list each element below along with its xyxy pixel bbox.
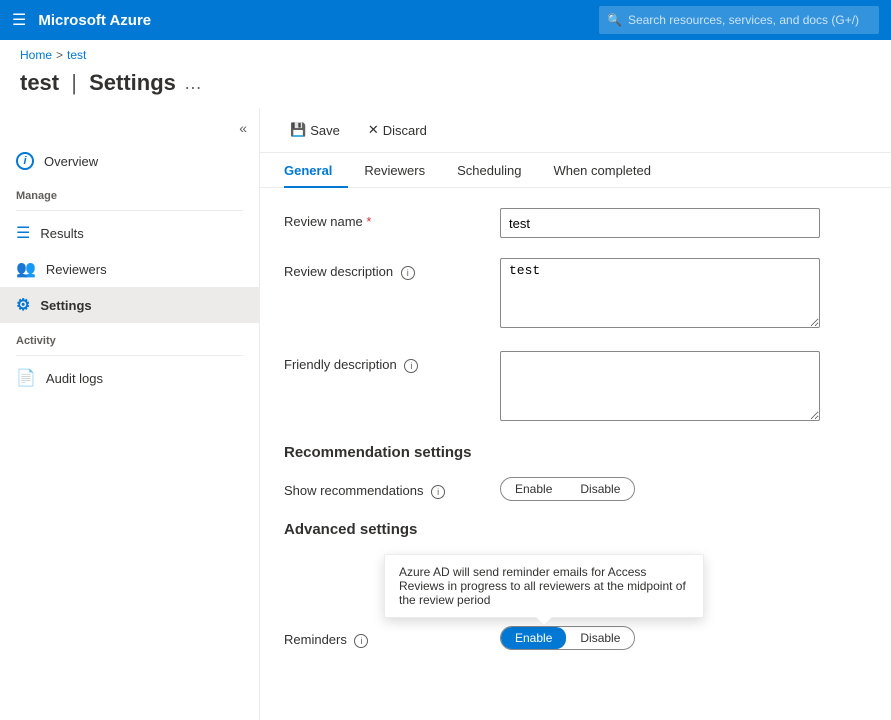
discard-button[interactable]: ✕ Discard [362,118,433,142]
sidebar-overview-label: Overview [44,154,98,169]
sidebar-activity-section: Activity [0,323,259,351]
review-name-control [500,208,867,238]
review-name-label: Review name * [284,208,484,229]
friendly-description-control [500,351,867,424]
toolbar: 💾 Save ✕ Discard [260,108,891,153]
review-name-input[interactable] [500,208,820,238]
show-recommendations-control: Enable Disable [500,477,867,501]
sidebar-reviewers-label: Reviewers [46,262,107,277]
settings-icon: ⚙ [16,295,30,315]
audit-logs-icon: 📄 [16,368,36,388]
show-recommendations-enable-button[interactable]: Enable [501,478,566,500]
sidebar-divider-activity [16,355,243,356]
reminders-info-icon[interactable]: i [354,634,368,648]
reminders-row: Reminders i Enable Disable [284,626,867,650]
review-description-label: Review description i [284,258,484,280]
sidebar-collapse-area: « [0,116,259,144]
breadcrumb-current[interactable]: test [67,48,86,62]
top-navigation: ☰ Microsoft Azure 🔍 [0,0,891,40]
reminders-tooltip-popup: Azure AD will send reminder emails for A… [384,554,704,618]
sidebar-item-reviewers[interactable]: 👥 Reviewers [0,251,259,287]
info-icon: i [16,152,34,170]
review-name-row: Review name * [284,208,867,238]
page-title-area: test | Settings … [0,66,891,108]
sidebar-item-results[interactable]: ☰ Results [0,215,259,251]
friendly-description-textarea[interactable] [500,351,820,421]
friendly-description-row: Friendly description i [284,351,867,424]
friendly-description-label: Friendly description i [284,351,484,373]
show-recommendations-toggle: Enable Disable [500,477,635,501]
sidebar-item-settings[interactable]: ⚙ Settings [0,287,259,323]
reminders-control: Enable Disable [500,626,867,650]
tabs-bar: General Reviewers Scheduling When comple… [260,153,891,188]
tooltip-text: Azure AD will send reminder emails for A… [399,565,686,607]
show-recommendations-label: Show recommendations i [284,477,484,499]
tab-general[interactable]: General [284,153,348,188]
breadcrumb-home[interactable]: Home [20,48,52,62]
content-area: 💾 Save ✕ Discard General Reviewers Sched… [260,108,891,720]
discard-icon: ✕ [368,122,379,138]
show-recommendations-disable-button[interactable]: Disable [566,478,634,500]
form-area: Review name * Review description i test [260,188,891,690]
reminders-enable-button[interactable]: Enable [501,627,566,649]
show-recommendations-info-icon[interactable]: i [431,485,445,499]
save-icon: 💾 [290,122,306,138]
save-button[interactable]: 💾 Save [284,118,346,142]
hamburger-menu-icon[interactable]: ☰ [12,10,26,30]
reminders-toggle: Enable Disable [500,626,635,650]
global-search-bar[interactable]: 🔍 [599,6,879,34]
recommendation-section-heading: Recommendation settings [284,444,867,461]
sidebar-manage-section: Manage [0,178,259,206]
sidebar-settings-label: Settings [40,298,91,313]
reminders-disable-button[interactable]: Disable [566,627,634,649]
results-icon: ☰ [16,223,30,243]
reminders-label: Reminders i [284,626,484,648]
app-title: Microsoft Azure [38,12,587,29]
sidebar-item-audit-logs[interactable]: 📄 Audit logs [0,360,259,396]
review-description-textarea[interactable]: test [500,258,820,328]
tab-when-completed[interactable]: When completed [537,153,667,188]
sidebar-collapse-button[interactable]: « [239,120,247,136]
sidebar-results-label: Results [40,226,83,241]
sidebar-divider-manage [16,210,243,211]
advanced-section-heading: Advanced settings [284,521,867,538]
reviewers-icon: 👥 [16,259,36,279]
search-icon: 🔍 [607,13,622,27]
friendly-description-info-icon[interactable]: i [404,359,418,373]
tab-reviewers[interactable]: Reviewers [348,153,441,188]
required-indicator: * [366,214,371,229]
review-description-control: test [500,258,867,331]
page-title: test | Settings [20,70,176,96]
sidebar-item-overview[interactable]: i Overview [0,144,259,178]
sidebar: « i Overview Manage ☰ Results 👥 Reviewer… [0,108,260,720]
breadcrumb-separator: > [56,48,63,62]
main-layout: « i Overview Manage ☰ Results 👥 Reviewer… [0,108,891,720]
sidebar-audit-logs-label: Audit logs [46,371,103,386]
review-description-info-icon[interactable]: i [401,266,415,280]
breadcrumb: Home > test [0,40,891,66]
more-options-icon[interactable]: … [184,73,202,94]
review-description-row: Review description i test [284,258,867,331]
tab-scheduling[interactable]: Scheduling [441,153,537,188]
search-input[interactable] [628,13,871,27]
show-recommendations-row: Show recommendations i Enable Disable [284,477,867,501]
